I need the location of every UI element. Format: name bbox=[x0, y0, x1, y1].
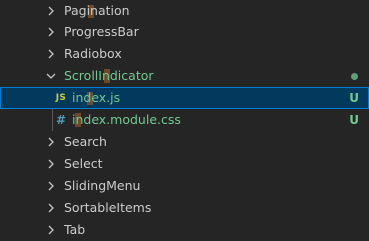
folder-sortableitems[interactable]: SortableItems bbox=[0, 197, 369, 219]
git-untracked-badge: U bbox=[349, 113, 359, 127]
chevron-right-icon bbox=[44, 43, 58, 65]
chevron-down-icon bbox=[44, 65, 58, 87]
chevron-right-icon bbox=[44, 153, 58, 175]
chevron-right-icon bbox=[44, 197, 58, 219]
folder-label: SortableItems bbox=[64, 200, 152, 215]
folder-slidingmenu[interactable]: SlidingMenu bbox=[0, 175, 369, 197]
folder-scrollindicator[interactable]: ScrollIndicator bbox=[0, 65, 369, 87]
git-modified-dot-icon bbox=[351, 73, 358, 80]
git-untracked-badge: U bbox=[349, 91, 359, 105]
file-index-module-css[interactable]: # index.module.css U bbox=[0, 109, 369, 131]
folder-select[interactable]: Select bbox=[0, 153, 369, 175]
folder-label: Pagination bbox=[64, 3, 130, 18]
chevron-right-icon bbox=[44, 21, 58, 43]
folder-search[interactable]: Search bbox=[0, 131, 369, 153]
javascript-file-icon: JS bbox=[55, 93, 67, 103]
file-explorer-tree: Pagination ProgressBar Radiobox ScrollIn… bbox=[0, 0, 369, 241]
folder-progressbar[interactable]: ProgressBar bbox=[0, 21, 369, 43]
folder-label: SlidingMenu bbox=[64, 178, 141, 193]
folder-radiobox[interactable]: Radiobox bbox=[0, 43, 369, 65]
folder-tab[interactable]: Tab bbox=[0, 219, 369, 241]
folder-label: Search bbox=[64, 134, 107, 149]
file-label: index.js bbox=[72, 90, 121, 105]
folder-label: Tab bbox=[64, 222, 86, 237]
file-index-js[interactable]: JS index.js U bbox=[0, 87, 369, 109]
chevron-right-icon bbox=[44, 175, 58, 197]
folder-label: ProgressBar bbox=[64, 24, 139, 39]
folder-label: Select bbox=[64, 156, 103, 171]
folder-pagination[interactable]: Pagination bbox=[0, 0, 369, 22]
css-file-icon: # bbox=[55, 113, 67, 127]
chevron-right-icon bbox=[44, 219, 58, 241]
chevron-right-icon bbox=[44, 0, 58, 22]
folder-label: Radiobox bbox=[64, 46, 122, 61]
file-label: index.module.css bbox=[72, 112, 181, 127]
chevron-right-icon bbox=[44, 131, 58, 153]
folder-label: ScrollIndicator bbox=[64, 68, 154, 83]
